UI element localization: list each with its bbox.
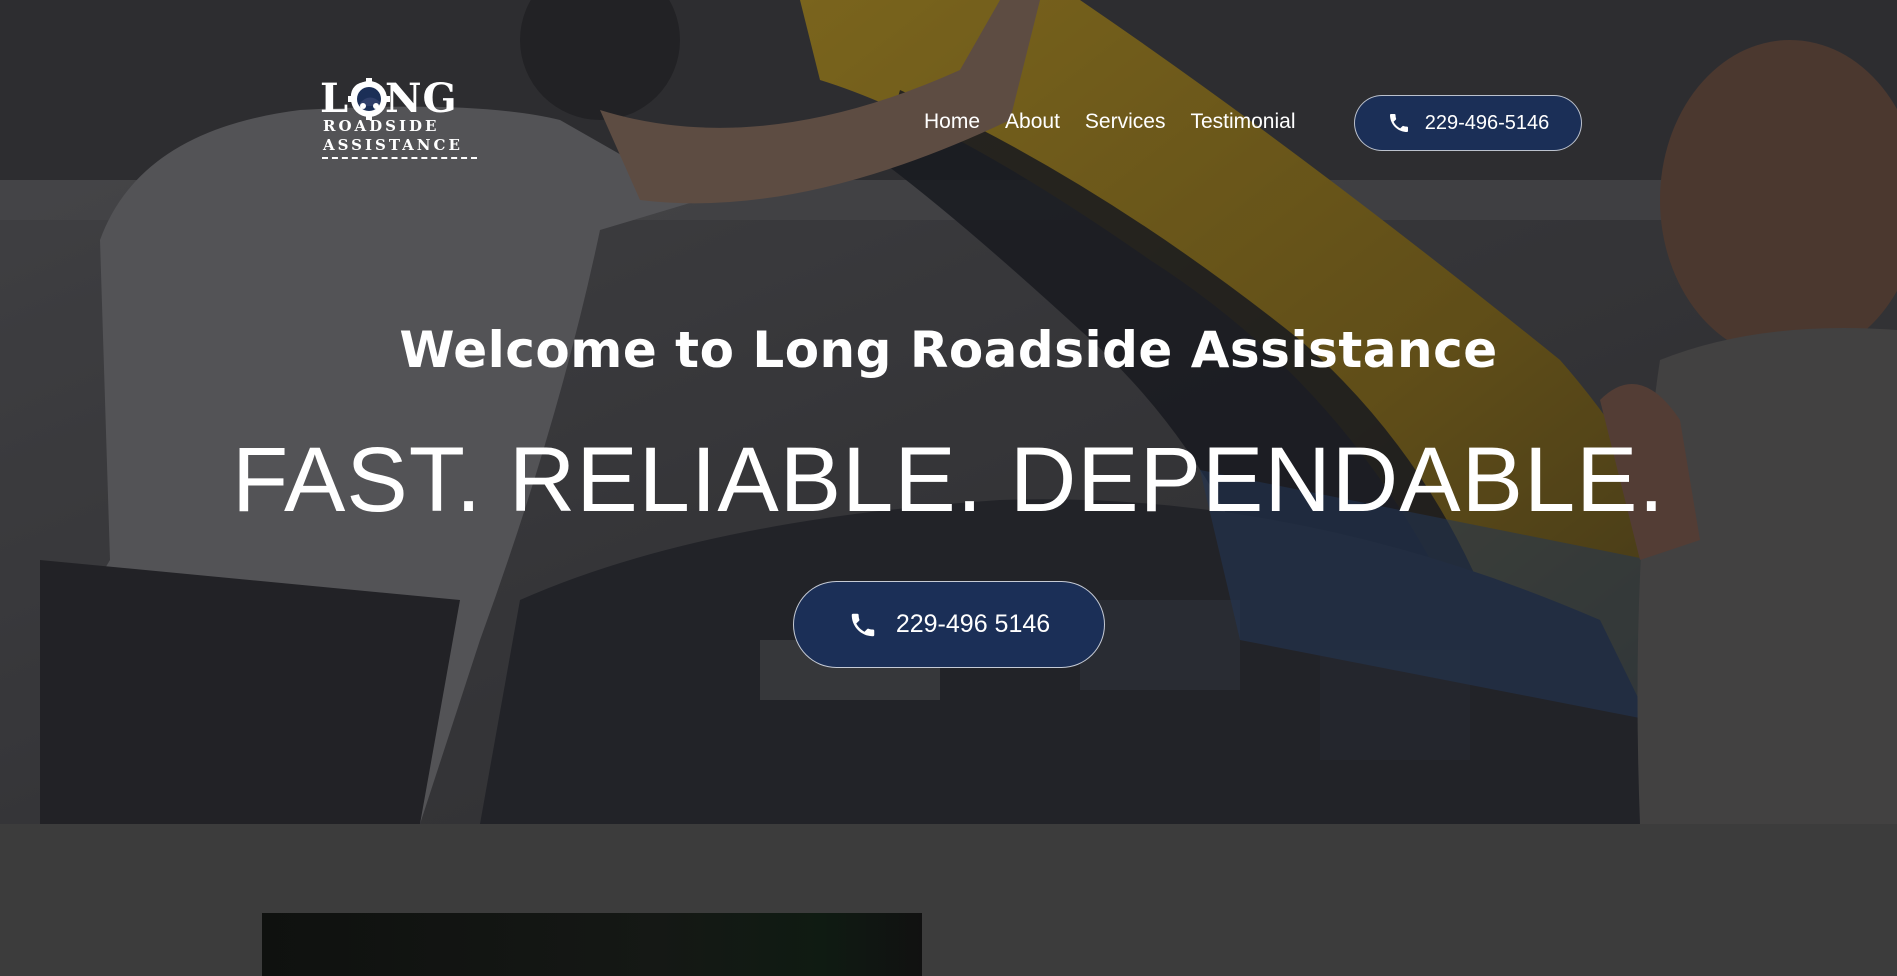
nav-testimonial[interactable]: Testimonial (1190, 108, 1295, 136)
nav-about[interactable]: About (1005, 108, 1060, 136)
hero-welcome-heading: Welcome to Long Roadside Assistance (399, 321, 1498, 379)
phone-icon (1389, 114, 1408, 132)
hero-phone-number: 229-496 5146 (895, 610, 1051, 638)
logo-line-2: ASSISTANCE (323, 136, 463, 154)
hero-tagline: FAST. RELIABLE. DEPENDABLE. (231, 429, 1666, 531)
hero-call-button[interactable]: 229-496 5146 (793, 581, 1105, 668)
about-section (0, 824, 1897, 976)
main-nav: Home About Services Testimonial (924, 108, 1296, 136)
gear-icon (348, 78, 390, 120)
logo-dashed-rule (322, 157, 477, 159)
site-logo[interactable]: LONG ROADSIDE ASSISTANCE (320, 78, 480, 164)
logo-line-1: ROADSIDE (323, 117, 440, 135)
about-image (262, 913, 922, 976)
header-phone-number: 229-496-5146 (1424, 111, 1550, 134)
nav-home[interactable]: Home (924, 108, 980, 136)
nav-services[interactable]: Services (1085, 108, 1166, 136)
hero-section: LONG ROADSIDE ASSISTANCE Home About Serv… (0, 0, 1897, 824)
header-call-button[interactable]: 229-496-5146 (1354, 95, 1582, 151)
phone-icon (851, 613, 875, 636)
